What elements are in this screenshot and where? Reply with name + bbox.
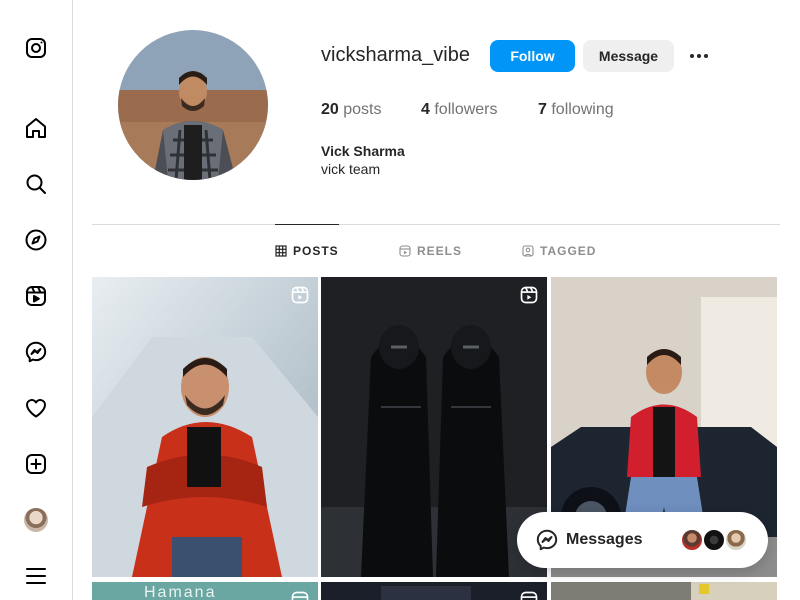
search-icon[interactable] (23, 171, 49, 197)
followers-count[interactable]: 4 followers (421, 101, 498, 119)
plus-square-icon[interactable] (23, 451, 49, 477)
posts-count: 20 posts (321, 101, 382, 119)
reel-badge-icon (291, 591, 309, 600)
reel-badge-icon (520, 591, 538, 600)
instagram-icon[interactable] (23, 35, 49, 61)
bio: vick team (321, 161, 381, 177)
message-button[interactable]: Message (583, 40, 674, 72)
grid-icon (275, 245, 287, 257)
messenger-icon[interactable] (23, 339, 49, 365)
reels-icon[interactable] (23, 283, 49, 309)
avatar (702, 528, 726, 552)
profile-avatar[interactable] (23, 507, 49, 533)
followers-count-label: followers (434, 101, 498, 118)
post-tile[interactable] (551, 582, 777, 600)
compass-icon[interactable] (23, 227, 49, 253)
following-count-value: 7 (538, 101, 547, 118)
reel-badge-icon (291, 286, 309, 304)
messages-bar[interactable]: Messages (517, 512, 768, 568)
post-tile[interactable] (321, 582, 547, 600)
active-tab-indicator (275, 224, 339, 225)
full-name: Vick Sharma (321, 143, 405, 159)
username: vicksharma_vibe (321, 44, 470, 66)
posts-count-value: 20 (321, 101, 339, 118)
messenger-icon (536, 529, 558, 551)
tab-posts-label: POSTS (293, 244, 339, 258)
home-icon[interactable] (23, 115, 49, 141)
followers-count-value: 4 (421, 101, 430, 118)
sidebar (0, 0, 73, 600)
post-tile[interactable]: Hamana (92, 582, 318, 600)
messages-label: Messages (566, 531, 643, 548)
following-count-label: following (551, 101, 614, 118)
avatar (724, 528, 748, 552)
post-tile[interactable] (92, 277, 318, 577)
tagged-icon (522, 245, 534, 257)
heart-icon[interactable] (23, 395, 49, 421)
post-overlay-text: Hamana (144, 584, 217, 600)
tab-posts[interactable]: POSTS (275, 244, 339, 258)
posts-count-label: posts (343, 101, 382, 118)
reel-badge-icon (520, 286, 538, 304)
reels-icon (399, 245, 411, 257)
menu-icon[interactable] (23, 563, 49, 589)
profile-picture[interactable] (118, 30, 268, 180)
tabs-divider (92, 224, 780, 225)
tab-reels[interactable]: REELS (399, 244, 462, 258)
tab-tagged[interactable]: TAGGED (522, 244, 596, 258)
more-horizontal-icon[interactable] (686, 44, 712, 68)
tab-tagged-label: TAGGED (540, 244, 597, 258)
tab-reels-label: REELS (417, 244, 463, 258)
following-count[interactable]: 7 following (538, 101, 614, 119)
avatar (24, 508, 48, 532)
post-tile[interactable] (321, 277, 547, 577)
follow-button[interactable]: Follow (490, 40, 575, 72)
avatar (680, 528, 704, 552)
